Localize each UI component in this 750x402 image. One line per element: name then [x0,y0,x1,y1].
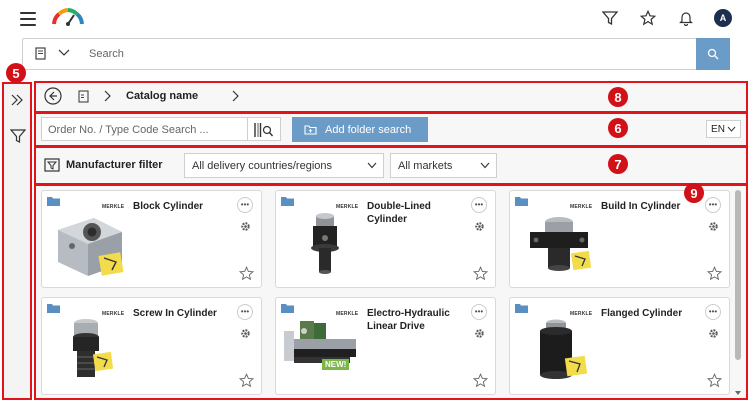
logo[interactable] [50,6,86,30]
callout-box-breadcrumb [34,81,748,113]
star-icon[interactable] [638,8,658,28]
filter-icon[interactable] [10,128,26,144]
callout-badge-7: 7 [608,154,628,174]
menu-icon[interactable] [20,12,36,26]
callout-badge-9: 9 [684,183,704,203]
filter-icon[interactable] [600,8,620,28]
callout-box-search [34,112,748,147]
search-bar [22,38,730,70]
document-icon[interactable] [35,47,46,60]
callout-box-filter [34,146,748,185]
callout-badge-5: 5 [6,63,26,83]
search-input[interactable] [89,43,679,65]
callout-badge-8: 8 [608,87,628,107]
top-bar: A [0,0,750,38]
side-panel [2,82,32,400]
search-icon [707,48,719,60]
callout-badge-6: 6 [608,118,628,138]
expand-icon[interactable] [10,93,24,107]
callout-box-grid [34,184,748,400]
avatar[interactable]: A [714,9,732,27]
bell-icon[interactable] [676,8,696,28]
search-button[interactable] [696,38,730,70]
chevron-down-icon[interactable] [58,48,70,58]
